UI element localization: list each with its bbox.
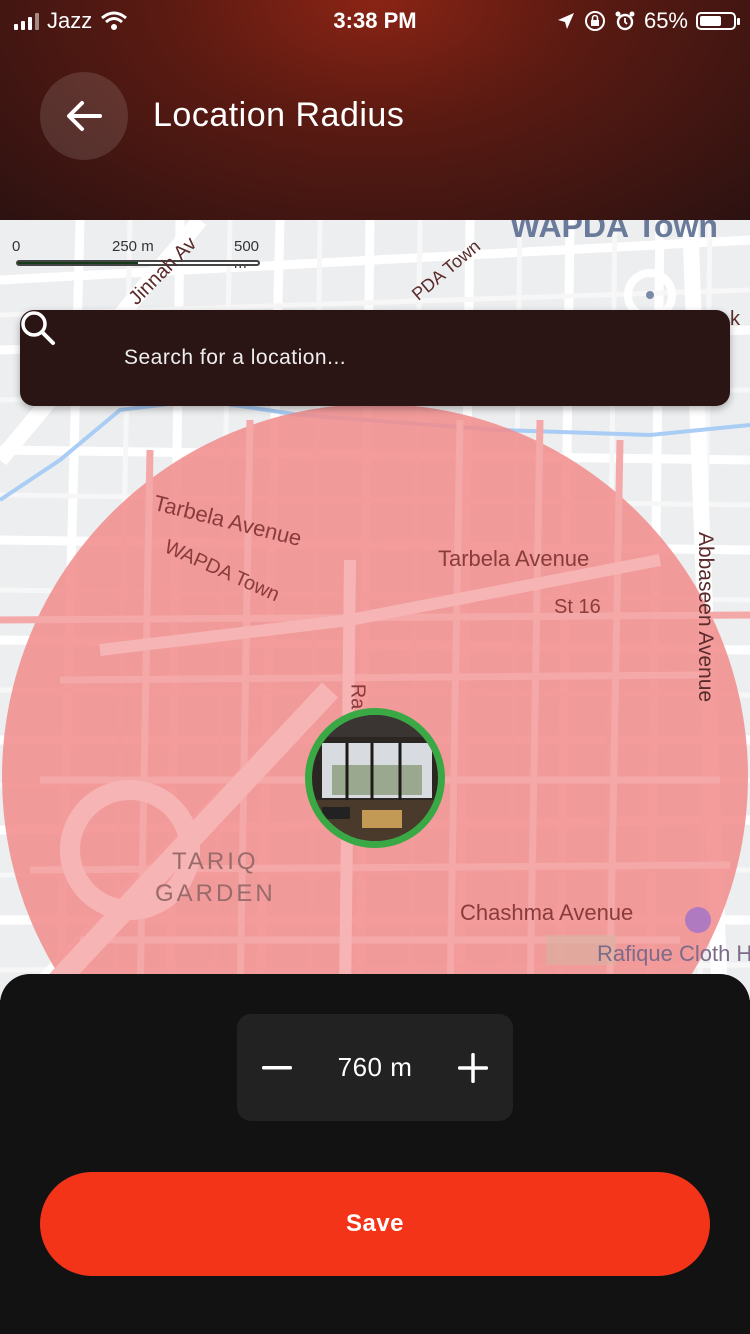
save-button[interactable]: Save — [40, 1172, 710, 1276]
radius-sheet: 760 m Save — [0, 974, 750, 1334]
battery-percent: 65% — [643, 8, 688, 33]
search-icon — [21, 311, 90, 378]
map-label-chashma: Chashma Avenue — [460, 900, 634, 925]
radius-value: 760 m — [337, 1052, 413, 1082]
scale-label-zero: 0 — [12, 238, 21, 255]
scale-label-max: 500 m — [234, 238, 260, 272]
map-label-garden: GARDEN — [155, 880, 276, 907]
page-title: Location Radius — [153, 96, 405, 134]
map-label-tariq: TARIQ — [172, 848, 259, 875]
minus-icon — [262, 1065, 292, 1069]
status-bar: Jazz 3:38 PM 65% — [0, 0, 750, 40]
decrease-radius-button[interactable] — [237, 1028, 317, 1108]
search-input[interactable] — [122, 345, 686, 371]
map-view[interactable]: 0 250 m 500 m Jinnah Av WAPDA Town PDA T… — [0, 220, 750, 1000]
alarm-icon — [615, 11, 635, 31]
radius-stepper: 760 m — [237, 1014, 513, 1121]
orientation-lock-icon — [584, 11, 605, 31]
search-bar[interactable] — [20, 310, 730, 406]
scale-label-mid: 250 m — [112, 238, 154, 255]
app-header: Jazz 3:38 PM 65% Location Radius — [0, 0, 750, 220]
map-label-abbaseen: Abbaseen Avenue — [694, 531, 718, 703]
map-label-tarbela-2: Tarbela Avenue — [438, 546, 590, 571]
map-label-ra: Ra — [346, 683, 369, 710]
map-label-st16: St 16 — [554, 596, 601, 618]
map-scale: 0 250 m 500 m — [12, 238, 272, 278]
location-arrow-icon — [557, 13, 574, 29]
battery-icon — [696, 12, 740, 30]
location-photo — [312, 715, 438, 841]
plus-icon — [457, 1052, 488, 1083]
increase-radius-button[interactable] — [433, 1028, 513, 1108]
map-label-rafique: Rafique Cloth H — [597, 941, 750, 966]
map-label-k: k — [730, 308, 740, 330]
scale-bar — [16, 260, 260, 266]
map-label-wapda-town-top: WAPDA Town — [510, 220, 718, 244]
back-button[interactable] — [40, 72, 128, 160]
arrow-left-icon — [67, 101, 102, 131]
location-marker[interactable] — [305, 708, 445, 848]
